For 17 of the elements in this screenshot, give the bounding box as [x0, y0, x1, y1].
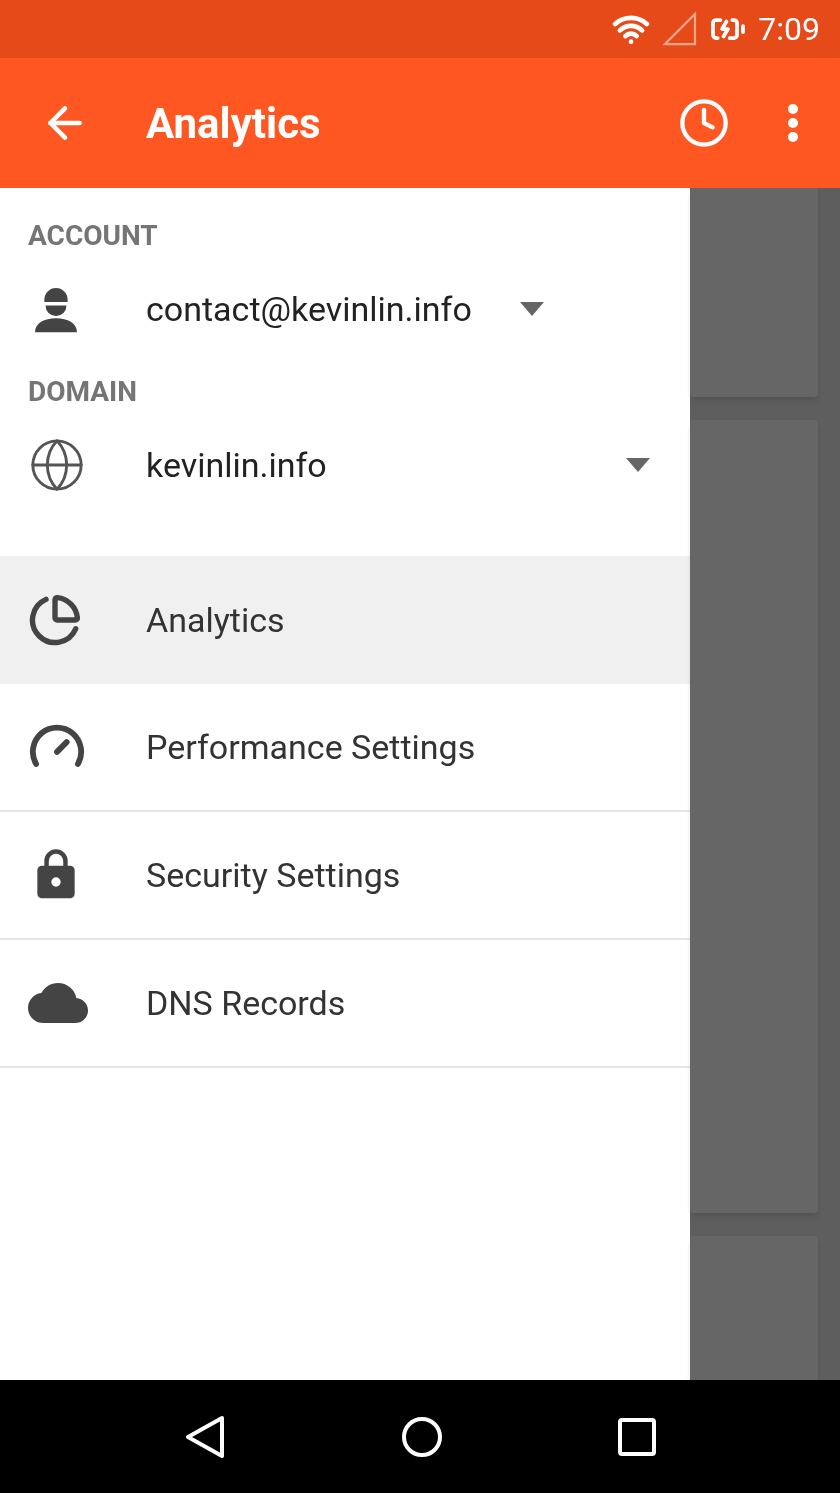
clock-time: 7:09: [758, 9, 820, 50]
dropdown-arrow-icon: [626, 458, 650, 472]
more-button[interactable]: [786, 103, 800, 143]
history-button[interactable]: [678, 97, 730, 149]
app-title: Analytics: [146, 97, 322, 150]
pie-chart-icon: [28, 593, 82, 647]
home-icon[interactable]: [401, 1415, 443, 1458]
signal-icon: [662, 11, 699, 47]
selector-value: contact@kevinlin.info: [146, 287, 472, 331]
dropdown-arrow-icon: [519, 302, 544, 316]
globe-icon: [28, 436, 86, 494]
selector-value: kevinlin.info: [146, 443, 327, 487]
back-icon[interactable]: [183, 1414, 226, 1459]
drawer-item[interactable]: Analytics: [0, 556, 690, 684]
more-icon: [786, 103, 800, 143]
recents-icon[interactable]: [618, 1417, 657, 1456]
clock-icon: [678, 97, 730, 149]
